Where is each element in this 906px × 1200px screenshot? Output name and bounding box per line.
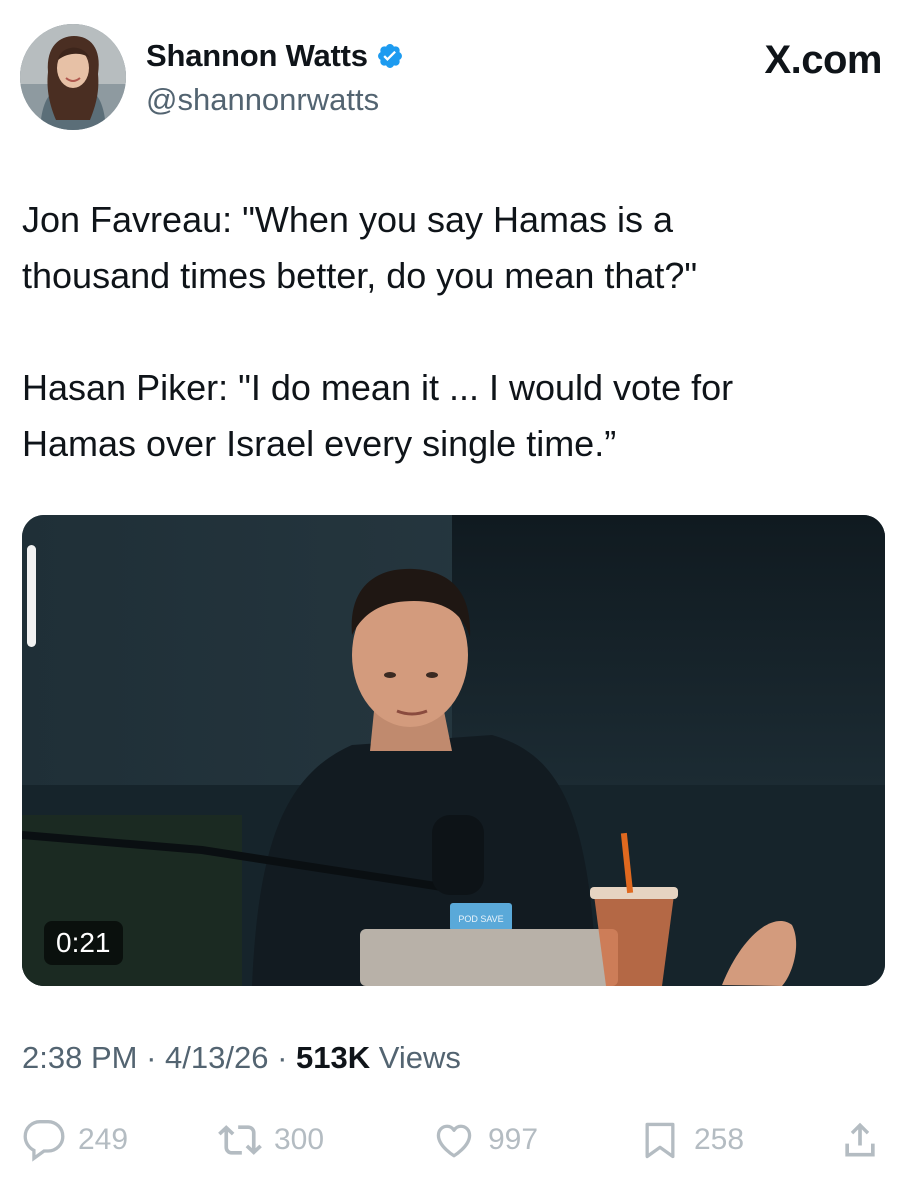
author-handle[interactable]: @shannonrwatts — [146, 82, 379, 118]
meta-separator: · — [277, 1040, 288, 1075]
like-button[interactable]: 997 — [432, 1118, 538, 1162]
share-button[interactable] — [838, 1118, 894, 1162]
video-frame: POD SAVE — [22, 515, 885, 986]
avatar[interactable] — [20, 24, 126, 130]
reply-icon — [23, 1120, 65, 1162]
tweet-header: Shannon Watts @shannonrwatts X.com — [20, 24, 886, 132]
mic-flag-label: POD SAVE — [458, 914, 503, 924]
views-label: Views — [378, 1040, 461, 1075]
video-player[interactable]: POD SAVE 0:21 — [22, 515, 885, 986]
author-display-name[interactable]: Shannon Watts — [146, 38, 368, 74]
tweet-paragraph-1: Jon Favreau: "When you say Hamas is a th… — [22, 199, 698, 296]
repost-button[interactable]: 300 — [218, 1118, 324, 1162]
bookmark-icon — [645, 1122, 675, 1159]
reply-button[interactable]: 249 — [22, 1118, 128, 1162]
tweet-meta: 2:38 PM · 4/13/26 · 513K Views — [22, 1040, 461, 1076]
tweet-date[interactable]: 4/13/26 — [165, 1040, 268, 1075]
reply-count: 249 — [78, 1123, 129, 1156]
repost-icon — [218, 1125, 262, 1155]
views-count: 513K — [296, 1040, 371, 1075]
bookmark-button[interactable]: 258 — [638, 1118, 744, 1162]
repost-count: 300 — [274, 1123, 325, 1156]
avatar-image — [20, 24, 126, 130]
meta-separator: · — [146, 1040, 157, 1075]
share-icon — [845, 1122, 875, 1157]
video-duration-badge: 0:21 — [44, 921, 123, 965]
tweet-time[interactable]: 2:38 PM — [22, 1040, 137, 1075]
video-scrub-indicator[interactable] — [27, 545, 36, 647]
brand-watermark: X.com — [764, 38, 882, 82]
verified-badge-icon — [376, 42, 404, 70]
bookmark-count: 258 — [694, 1123, 745, 1156]
heart-icon — [436, 1124, 472, 1158]
like-count: 997 — [488, 1123, 539, 1156]
tweet-text: Jon Favreau: "When you say Hamas is a th… — [22, 192, 882, 472]
tweet-actions-bar: 249 300 997 258 — [22, 1118, 884, 1166]
tweet-paragraph-2: Hasan Piker: "I do mean it ... I would v… — [22, 367, 734, 464]
author-name-row[interactable]: Shannon Watts — [146, 38, 404, 74]
